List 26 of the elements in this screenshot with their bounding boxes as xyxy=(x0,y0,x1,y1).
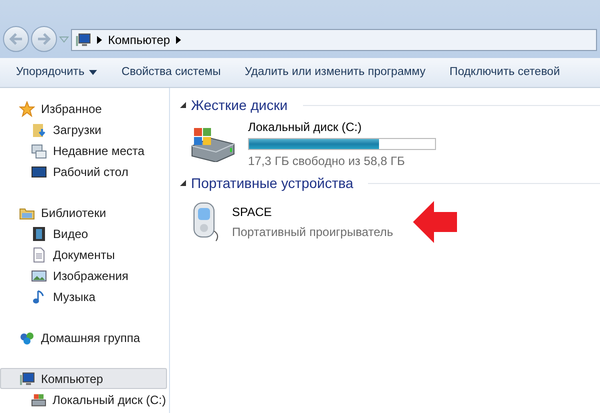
group-header[interactable]: Портативные устройства xyxy=(191,172,354,194)
toolbar-button[interactable]: Удалить или изменить программу xyxy=(238,60,432,84)
sidebar-item[interactable]: Домашняя группа xyxy=(0,327,167,348)
sidebar-item[interactable]: Локальный диск (C:) xyxy=(0,389,167,410)
drive-tile[interactable]: Локальный диск (C:) 17,3 ГБ свободно из 58,8 ГБ xyxy=(180,116,442,172)
sidebar-item[interactable]: Изображения xyxy=(0,265,167,286)
sidebar-item[interactable]: Документы xyxy=(0,244,167,265)
sidebar-item[interactable]: Видео xyxy=(0,223,167,244)
toolbar-button[interactable]: Подключить сетевой xyxy=(444,60,566,84)
sidebar-item[interactable]: Загрузки xyxy=(0,119,167,140)
address-bar[interactable]: Компьютер xyxy=(71,29,597,51)
toolbar-button[interactable]: Упорядочить xyxy=(10,60,104,84)
sidebar-item[interactable]: Музыка xyxy=(0,286,167,307)
sidebar-item[interactable]: Недавние места xyxy=(0,140,167,161)
item-name: Локальный диск (C:) xyxy=(248,119,363,136)
toolbar-button[interactable]: Свойства системы xyxy=(115,60,227,84)
sidebar-item[interactable]: Компьютер xyxy=(0,368,167,389)
item-detail: Портативный проигрыватель xyxy=(232,224,394,241)
item-name: SPACE xyxy=(232,204,273,221)
breadcrumb-item[interactable]: Компьютер xyxy=(108,31,170,49)
sidebar-item[interactable]: Библиотеки xyxy=(0,202,167,223)
item-detail: 17,3 ГБ свободно из 58,8 ГБ xyxy=(248,153,406,170)
device-tile[interactable]: SPACE Портативный проигрыватель xyxy=(180,194,400,250)
group-header[interactable]: Жесткие диски xyxy=(191,94,288,116)
sidebar-item[interactable]: Рабочий стол xyxy=(0,161,167,182)
sidebar-item[interactable]: Избранное xyxy=(0,98,167,119)
